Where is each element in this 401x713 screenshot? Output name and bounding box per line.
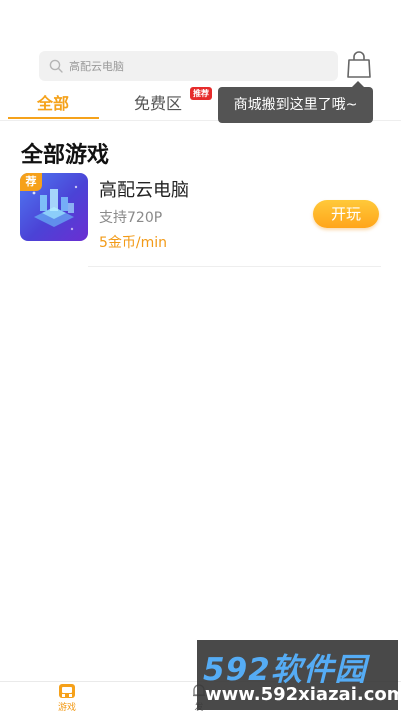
gamepad-icon — [59, 684, 75, 698]
tab-all[interactable]: 全部 — [37, 92, 69, 116]
search-input[interactable]: 高配云电脑 — [39, 51, 338, 81]
game-thumbnail[interactable]: 荐 — [20, 173, 88, 241]
search-placeholder: 高配云电脑 — [69, 60, 124, 73]
section-title: 全部游戏 — [21, 143, 110, 168]
nav-label-games: 游戏 — [57, 703, 76, 713]
nav-item-games[interactable]: 游戏 — [50, 683, 84, 713]
recommended-badge: 荐 — [20, 173, 42, 191]
shopping-bag-icon[interactable] — [346, 51, 372, 79]
tab-free-zone[interactable]: 免费区 — [134, 92, 182, 116]
play-button[interactable]: 开玩 — [313, 200, 379, 228]
watermark: 592软件园 www.592xiazai.com — [197, 640, 401, 710]
store-moved-tooltip[interactable]: 商城搬到这里了哦~ — [218, 87, 373, 123]
recommend-badge: 推荐 — [190, 87, 212, 100]
watermark-url: www.592xiazai.com — [205, 684, 401, 705]
game-resolution: 支持720P — [99, 210, 163, 226]
game-price: 5金币/min — [99, 235, 168, 251]
app-screen: 高配云电脑 全部 免费区 推荐 商城搬到这里了哦~ 全部游戏 荐 高配云电脑 支… — [0, 0, 401, 713]
list-divider — [88, 266, 381, 267]
search-icon — [49, 59, 63, 73]
active-tab-indicator — [8, 117, 99, 119]
game-name[interactable]: 高配云电脑 — [99, 176, 189, 202]
watermark-logo: 592软件园 — [203, 652, 367, 688]
